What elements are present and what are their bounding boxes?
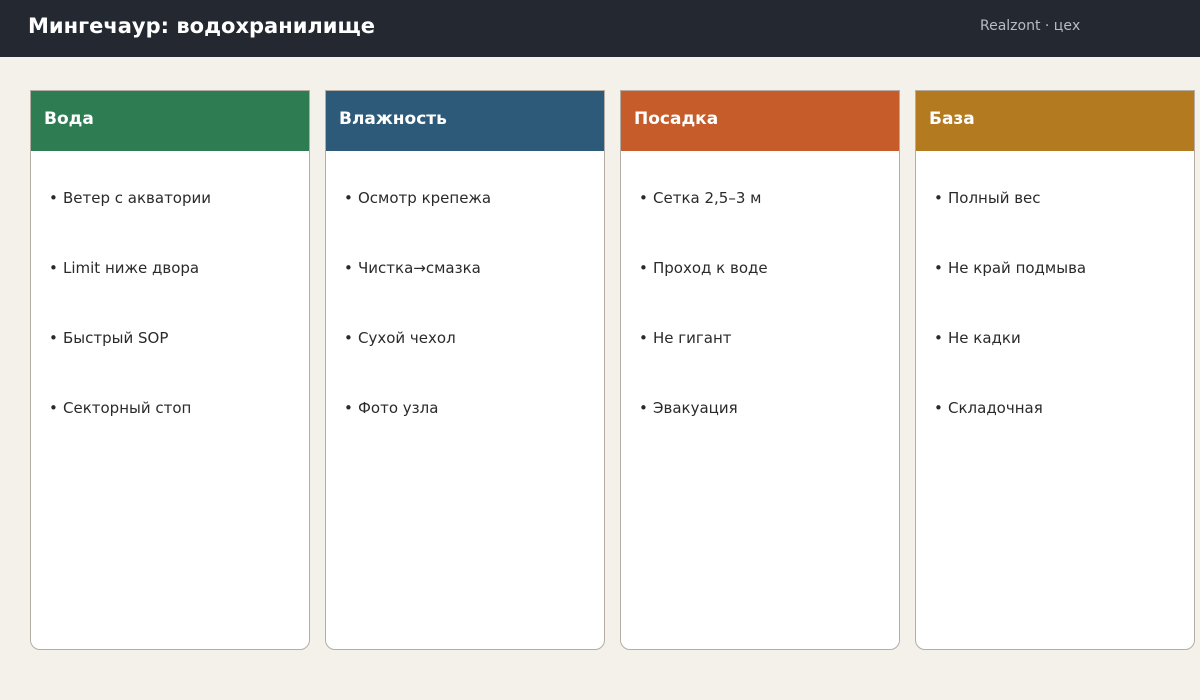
list-item: • Сухой чехол — [344, 329, 604, 399]
card-baza: База • Полный вес • Не край подмыва • Не ка… — [915, 90, 1195, 650]
list-item-label: Складочная — [948, 399, 1043, 417]
bullet: • — [344, 189, 353, 207]
list-item-label: Быстрый SOP — [63, 329, 169, 347]
bullet: • — [934, 259, 943, 277]
list-item: • Ветер с акватории — [49, 189, 309, 259]
card-list: • Осмотр крепежа • Чистка→смазка • Сухой че… — [326, 151, 604, 469]
list-item-label: Не гигант — [653, 329, 732, 347]
bullet: • — [344, 399, 353, 417]
list-item: • Осмотр крепежа — [344, 189, 604, 259]
card-list: • Ветер с акватории • Limit ниже двора • Бы… — [31, 151, 309, 469]
card-header: Влажность — [326, 91, 604, 151]
bullet: • — [49, 259, 58, 277]
bullet: • — [49, 399, 58, 417]
card-header: Посадка — [621, 91, 899, 151]
list-item: • Не гигант — [639, 329, 899, 399]
list-item-label: Ветер с акватории — [63, 189, 212, 207]
bullet: • — [344, 329, 353, 347]
list-item-label: Чистка→смазка — [358, 259, 481, 277]
list-item-label: Не кадки — [948, 329, 1021, 347]
list-item-label: Limit ниже двора — [63, 259, 200, 277]
list-item: • Не кадки — [934, 329, 1194, 399]
list-item: • Складочная — [934, 399, 1194, 469]
bullet: • — [49, 189, 58, 207]
list-item: • Полный вес — [934, 189, 1194, 259]
bullet: • — [639, 329, 648, 347]
list-item: • Эвакуация — [639, 399, 899, 469]
bullet: • — [639, 399, 648, 417]
card-list: • Полный вес • Не край подмыва • Не кадки •… — [916, 151, 1194, 469]
page-title: Мингечаур: водохранилище — [28, 14, 375, 38]
bullet: • — [934, 399, 943, 417]
list-item: • Проход к воде — [639, 259, 899, 329]
card-header: Вода — [31, 91, 309, 151]
list-item-label: Фото узла — [358, 399, 439, 417]
list-item: • Не край подмыва — [934, 259, 1194, 329]
list-item: • Фото узла — [344, 399, 604, 469]
list-item: • Сетка 2,5–3 м — [639, 189, 899, 259]
list-item-label: Полный вес — [948, 189, 1041, 207]
list-item: • Быстрый SOP — [49, 329, 309, 399]
bullet: • — [934, 329, 943, 347]
card-vlazhnost: Влажность • Осмотр крепежа • Чистка→смазка… — [325, 90, 605, 650]
card-voda: Вода • Ветер с акватории • Limit ниже двор… — [30, 90, 310, 650]
list-item-label: Не край подмыва — [948, 259, 1087, 277]
list-item-label: Эвакуация — [653, 399, 738, 417]
list-item-label: Секторный стоп — [63, 399, 192, 417]
list-item-label: Сухой чехол — [358, 329, 456, 347]
bullet: • — [49, 329, 58, 347]
list-item-label: Сетка 2,5–3 м — [653, 189, 762, 207]
top-bar: Мингечаур: водохранилище Realzont · цех — [0, 0, 1200, 57]
card-posadka: Посадка • Сетка 2,5–3 м • Проход к воде • Н… — [620, 90, 900, 650]
list-item-label: Проход к воде — [653, 259, 768, 277]
card-list: • Сетка 2,5–3 м • Проход к воде • Не гигант… — [621, 151, 899, 469]
list-item-label: Осмотр крепежа — [358, 189, 492, 207]
bullet: • — [344, 259, 353, 277]
list-item: • Секторный стоп — [49, 399, 309, 469]
list-item: • Чистка→смазка — [344, 259, 604, 329]
bullet: • — [639, 259, 648, 277]
bullet: • — [639, 189, 648, 207]
bullet: • — [934, 189, 943, 207]
list-item: • Limit ниже двора — [49, 259, 309, 329]
brand-label: Realzont · цех — [980, 18, 1081, 34]
card-header: База — [916, 91, 1194, 151]
